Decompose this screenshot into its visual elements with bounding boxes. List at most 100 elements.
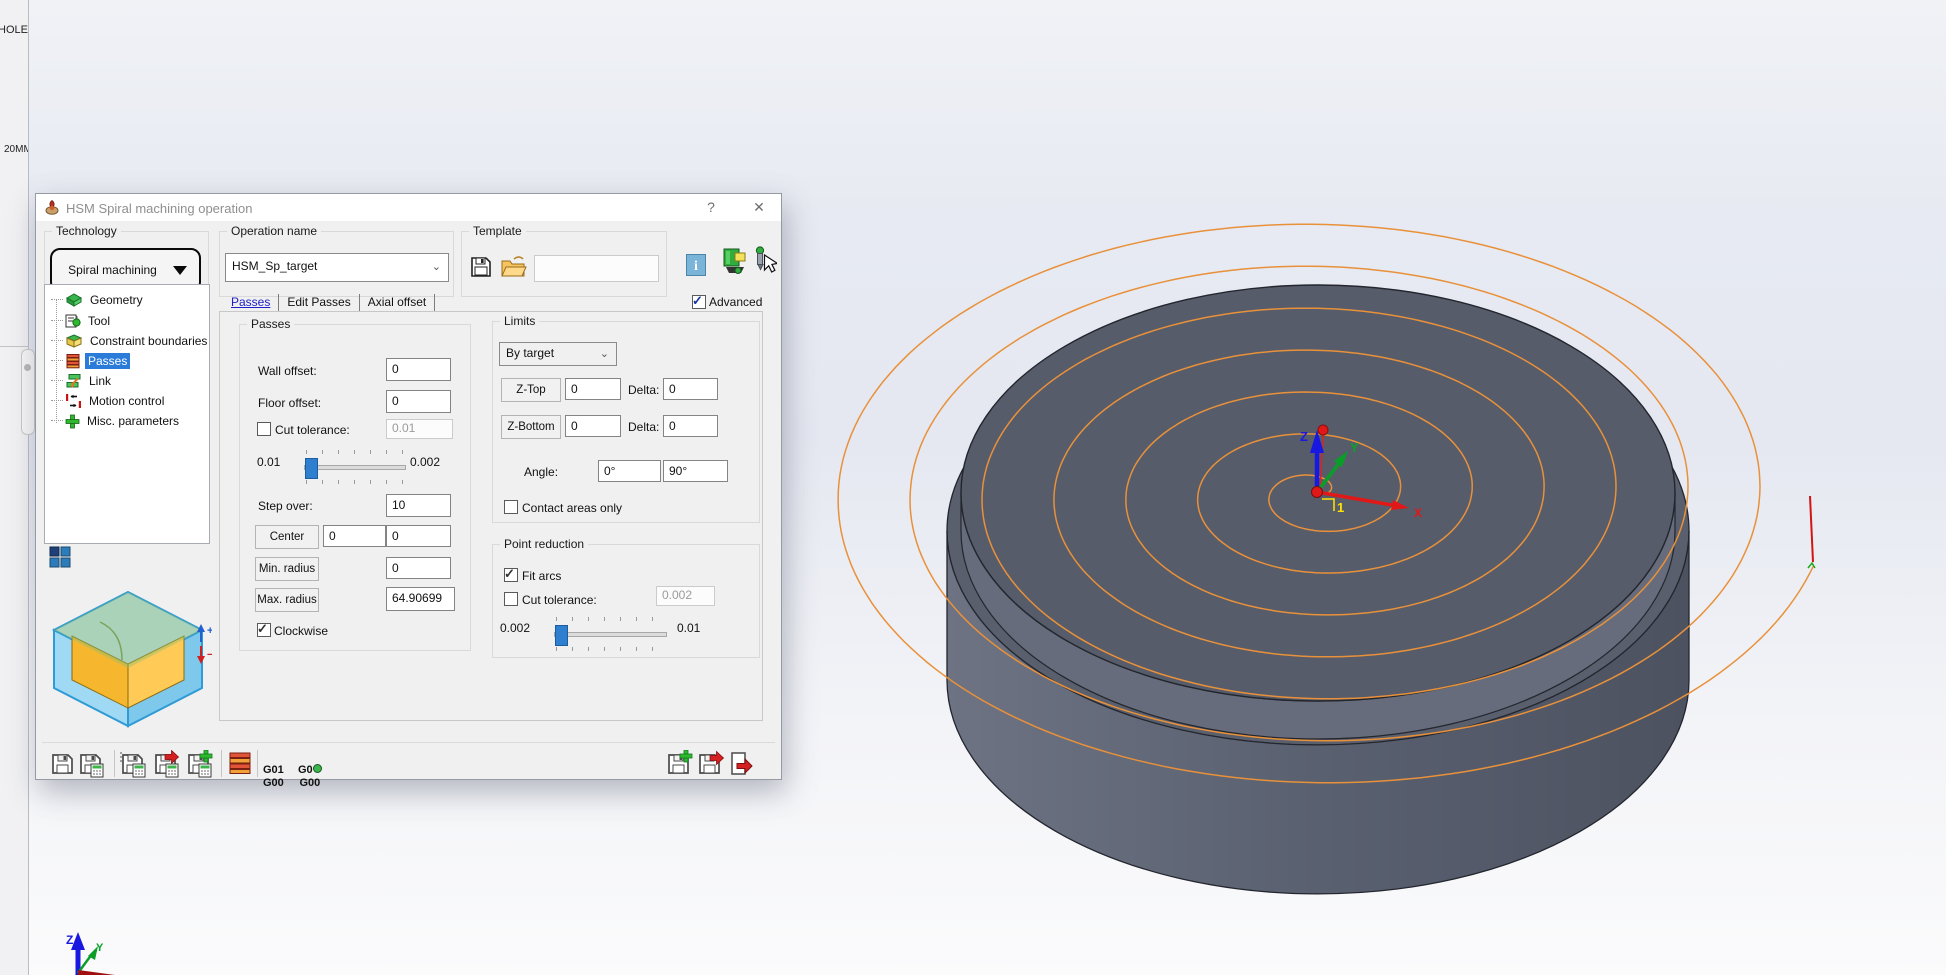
pr-slider-track[interactable] bbox=[554, 632, 667, 637]
z-top-delta-input[interactable]: 0 bbox=[663, 378, 718, 400]
tolerance-slider-track[interactable] bbox=[304, 465, 406, 470]
tree-item-20mm[interactable]: 20MM bbox=[4, 144, 28, 155]
wall-offset-input[interactable]: 0 bbox=[386, 358, 451, 381]
center-x-input[interactable]: 0 bbox=[323, 525, 386, 547]
gcode-simulate-button[interactable]: G0 G00 bbox=[298, 751, 322, 790]
template-field[interactable] bbox=[534, 255, 659, 282]
operation-name-group-label: Operation name bbox=[227, 224, 322, 239]
center-button[interactable]: Center bbox=[255, 525, 319, 549]
save-template-icon[interactable] bbox=[469, 254, 493, 280]
save-copy-calculate-button[interactable] bbox=[186, 750, 214, 778]
min-radius-button[interactable]: Min. radius bbox=[255, 557, 319, 581]
info-icon[interactable]: i bbox=[686, 254, 706, 276]
open-template-folder-icon[interactable] bbox=[500, 254, 528, 280]
z-bottom-delta-input[interactable]: 0 bbox=[663, 415, 718, 437]
passes-toolbar-icon[interactable] bbox=[227, 750, 255, 778]
angle-from-input[interactable]: 0° bbox=[598, 460, 661, 482]
fit-arcs-label: Fit arcs bbox=[522, 569, 562, 583]
chevron-down-icon: ⌄ bbox=[431, 261, 441, 273]
limits-mode-dropdown[interactable]: By target ⌄ bbox=[499, 342, 617, 366]
z-top-input[interactable]: 0 bbox=[565, 378, 621, 400]
pr-slider-max-label: 0.01 bbox=[677, 621, 701, 635]
cut-tolerance-label: Cut tolerance: bbox=[275, 423, 350, 437]
tolerance-slider-min-label: 0.01 bbox=[257, 455, 281, 469]
tree-item-motion-control[interactable]: Motion control bbox=[51, 391, 167, 411]
step-over-input[interactable]: 10 bbox=[386, 494, 451, 517]
tab-passes[interactable]: Passes bbox=[223, 294, 280, 311]
max-radius-button[interactable]: Max. radius bbox=[255, 588, 319, 612]
toolbar-divider bbox=[42, 742, 775, 743]
clockwise-checkbox[interactable] bbox=[257, 621, 271, 637]
tab-edit-passes[interactable]: Edit Passes bbox=[279, 294, 360, 311]
wall-offset-preview-image: + − bbox=[51, 590, 212, 728]
dialog-titlebar[interactable]: HSM Spiral machining operation ? ✕ bbox=[36, 194, 781, 221]
z-bottom-input[interactable]: 0 bbox=[565, 415, 621, 437]
select-tool-cursor-icon[interactable] bbox=[752, 246, 777, 276]
floor-offset-label: Floor offset: bbox=[258, 396, 322, 410]
tolerance-slider-handle[interactable] bbox=[305, 458, 318, 479]
entry-mark bbox=[1807, 561, 1816, 569]
simulate-badge-icon bbox=[312, 764, 322, 773]
pr-cut-tolerance-input[interactable]: 0.002 bbox=[656, 586, 715, 606]
window-layout-icon[interactable] bbox=[49, 546, 71, 568]
pr-slider-handle[interactable] bbox=[555, 625, 568, 646]
save-button[interactable] bbox=[50, 750, 78, 778]
wall-offset-label: Wall offset: bbox=[258, 364, 317, 378]
tree-item-constraint-boundaries[interactable]: Constraint boundaries bbox=[51, 331, 210, 351]
constraint-boundaries-icon bbox=[65, 334, 83, 348]
pr-slider-min-label: 0.002 bbox=[500, 621, 531, 635]
tree-item-passes[interactable]: Passes bbox=[51, 351, 131, 371]
center-y-input[interactable]: 0 bbox=[386, 525, 451, 547]
panel-splitter-handle[interactable] bbox=[21, 349, 35, 435]
corner-y-label: Y bbox=[96, 942, 104, 954]
gcode-preview-button[interactable]: G01 G00 bbox=[263, 751, 284, 790]
z-top-button[interactable]: Z-Top bbox=[501, 378, 561, 402]
tree-item-hole[interactable]: HOLE bbox=[0, 24, 28, 36]
z-bottom-delta-label: Delta: bbox=[628, 420, 660, 434]
machine-simulation-icon[interactable] bbox=[722, 247, 749, 276]
chevron-down-icon: ⌄ bbox=[599, 348, 609, 360]
exit-button[interactable] bbox=[728, 750, 756, 778]
panel-divider bbox=[0, 346, 29, 347]
operation-name-combo[interactable]: HSM_Sp_target ⌄ bbox=[225, 253, 449, 282]
step-over-label: Step over: bbox=[258, 499, 313, 513]
cut-tolerance-checkbox[interactable] bbox=[257, 422, 271, 436]
max-radius-input[interactable]: 64.90699 bbox=[386, 587, 455, 611]
help-button[interactable]: ? bbox=[696, 199, 726, 217]
dropdown-arrow-icon bbox=[173, 265, 187, 275]
pr-cut-tolerance-checkbox[interactable] bbox=[504, 592, 518, 606]
contact-areas-label: Contact areas only bbox=[522, 501, 623, 515]
tree-item-misc-parameters[interactable]: Misc. parameters bbox=[51, 411, 182, 431]
pr-slider-ticks-top bbox=[556, 617, 664, 621]
tree-item-geometry[interactable]: Geometry bbox=[51, 290, 146, 310]
advanced-checkbox[interactable] bbox=[692, 293, 706, 309]
z-top-delta-label: Delta: bbox=[628, 383, 660, 397]
svg-text:−: − bbox=[207, 649, 212, 661]
template-group-label: Template bbox=[469, 224, 526, 239]
contact-areas-checkbox[interactable] bbox=[504, 500, 518, 514]
pr-cut-tolerance-label: Cut tolerance: bbox=[522, 593, 597, 607]
solidcam-operation-icon bbox=[45, 200, 59, 215]
tab-axial-offset[interactable]: Axial offset bbox=[360, 294, 436, 311]
tree-item-link[interactable]: Link bbox=[51, 371, 114, 391]
close-button[interactable]: ✕ bbox=[744, 199, 774, 217]
cut-tolerance-input[interactable]: 0.01 bbox=[386, 419, 453, 439]
tree-item-tool[interactable]: Tool bbox=[51, 311, 113, 331]
tool-icon bbox=[65, 314, 81, 328]
splitter-knob bbox=[24, 364, 31, 371]
save-add-operation-button[interactable] bbox=[666, 750, 694, 778]
save-calculate-selected-button[interactable] bbox=[120, 750, 148, 778]
angle-to-input[interactable]: 90° bbox=[663, 460, 728, 482]
feature-tree-strip: HOLE 20MM bbox=[0, 0, 29, 975]
passes-icon bbox=[66, 354, 80, 369]
min-radius-input[interactable]: 0 bbox=[386, 557, 451, 579]
save-calculate-button[interactable] bbox=[78, 750, 106, 778]
save-next-operation-button[interactable] bbox=[697, 750, 725, 778]
fit-arcs-checkbox[interactable] bbox=[504, 566, 518, 582]
rapid-plunge-line bbox=[1809, 495, 1814, 563]
floor-offset-input[interactable]: 0 bbox=[386, 390, 451, 413]
z-bottom-button[interactable]: Z-Bottom bbox=[501, 415, 561, 439]
save-calculate-exit-button[interactable] bbox=[153, 750, 181, 778]
misc-parameters-icon bbox=[65, 414, 80, 428]
point-reduction-group-label: Point reduction bbox=[500, 537, 589, 552]
